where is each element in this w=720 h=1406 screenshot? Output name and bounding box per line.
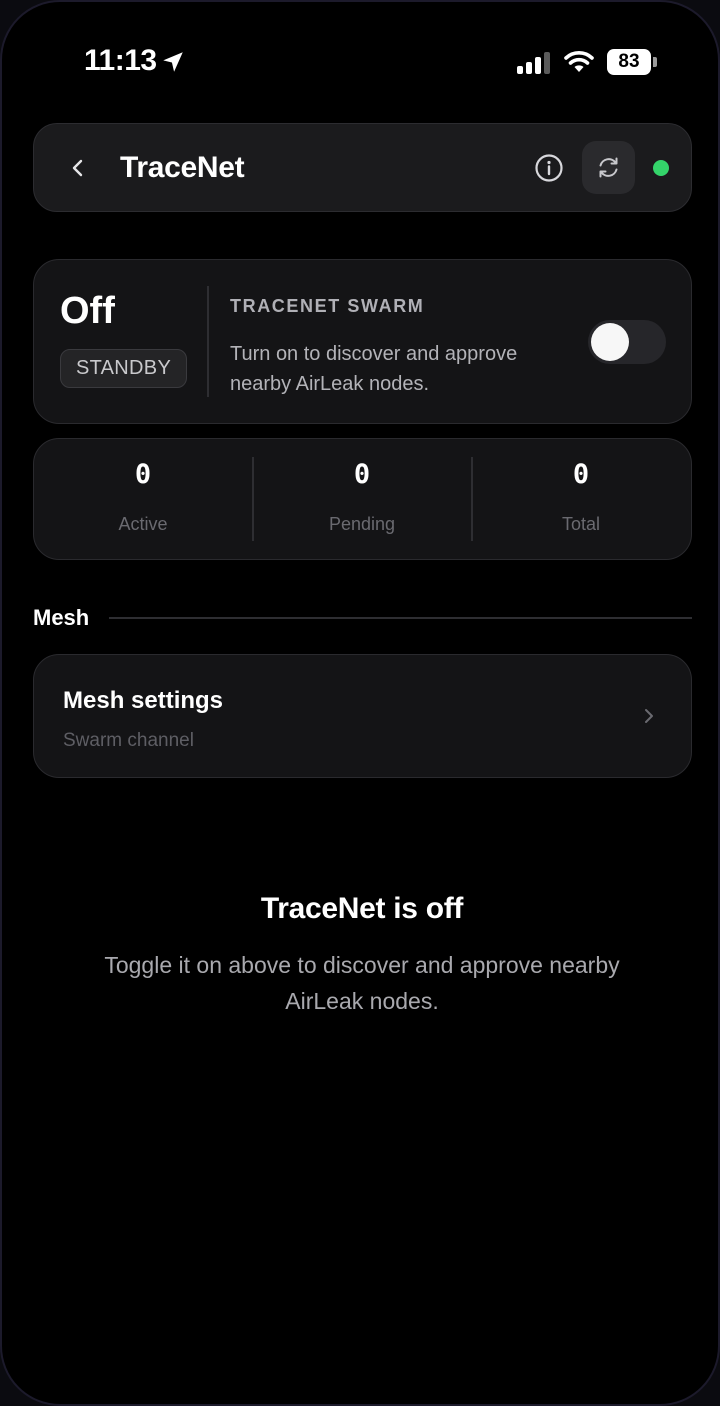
status-badge: STANDBY — [60, 349, 188, 388]
page-title: TraceNet — [120, 151, 245, 184]
battery-cap — [653, 57, 657, 67]
mesh-settings-row[interactable]: Mesh settings Swarm channel — [33, 654, 692, 778]
mesh-settings-title: Mesh settings — [63, 687, 224, 714]
stat-label: Total — [561, 514, 601, 534]
stat-pending: 0 Pending — [253, 439, 471, 561]
stat-value: 0 — [353, 459, 371, 490]
swarm-heading: TRACENET SWARM — [230, 296, 425, 316]
wifi-icon — [564, 51, 594, 72]
connection-status-dot — [653, 160, 669, 176]
refresh-button[interactable] — [582, 141, 635, 194]
swarm-toggle[interactable] — [588, 320, 666, 364]
stat-label: Active — [118, 514, 168, 534]
chevron-right-icon — [645, 709, 653, 723]
location-arrow-icon — [163, 52, 183, 72]
stat-value: 0 — [134, 459, 152, 490]
divider — [207, 286, 209, 397]
stats-card: 0 Active 0 Pending 0 Total — [33, 438, 692, 560]
stat-value: 0 — [572, 459, 590, 490]
battery-icon: 83 — [607, 49, 657, 75]
section-divider — [109, 617, 692, 619]
status-time: 11:13 — [84, 44, 157, 77]
refresh-icon — [599, 157, 618, 178]
stat-total: 0 Total — [472, 439, 690, 561]
toggle-knob — [591, 323, 629, 361]
battery-level: 83 — [607, 49, 651, 75]
swarm-state: Off — [60, 290, 115, 332]
section-title-mesh: Mesh — [33, 605, 90, 630]
header-bar: TraceNet — [33, 123, 692, 212]
swarm-status-card: Off STANDBY TRACENET SWARM Turn on to di… — [33, 259, 692, 424]
swarm-description: Turn on to discover and approve nearby A… — [230, 343, 518, 395]
empty-state-description: Toggle it on above to discover and appro… — [104, 952, 620, 1014]
stat-label: Pending — [328, 514, 396, 534]
stat-active: 0 Active — [34, 439, 252, 561]
status-bar: 11:13 83 — [2, 2, 718, 122]
phone-screen: 11:13 83 TraceNet Off STANDBY TRACENET S… — [0, 0, 720, 1406]
mesh-settings-subtitle: Swarm channel — [63, 730, 194, 751]
cellular-signal-icon — [517, 52, 550, 74]
empty-state-title: TraceNet is off — [260, 892, 464, 925]
info-icon[interactable] — [533, 152, 565, 184]
chevron-left-icon[interactable] — [64, 154, 92, 182]
